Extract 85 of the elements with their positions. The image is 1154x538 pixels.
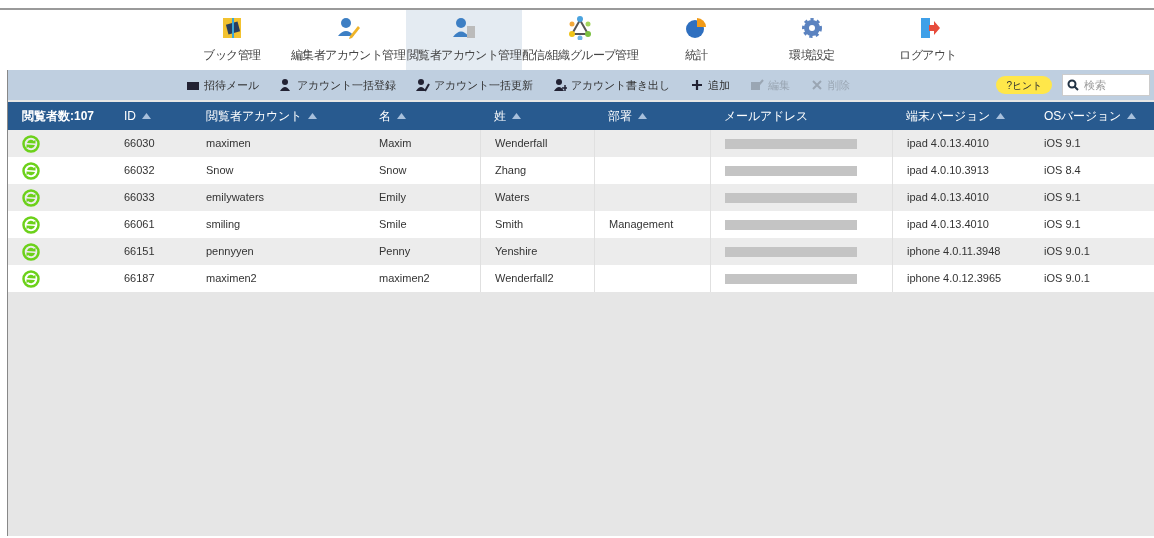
sync-icon xyxy=(22,188,40,207)
table-cell-text: iOS 9.1 xyxy=(1044,136,1081,152)
sort-up-icon xyxy=(142,113,151,119)
nav-tab[interactable]: 閲覧者アカウント管理 xyxy=(406,10,522,70)
table-cell-text: 66030 xyxy=(124,136,155,152)
table-cell-text: iphone 4.0.12.3965 xyxy=(907,271,1002,287)
column-header[interactable]: 閲覧者数:107 xyxy=(8,102,110,130)
sync-icon xyxy=(22,134,40,153)
settings-icon xyxy=(800,16,824,40)
table-cell-text: maximen2 xyxy=(206,271,257,287)
table-cell-text: iOS 9.0.1 xyxy=(1044,271,1090,287)
table-cell-text: iphone 4.0.11.3948 xyxy=(907,244,1001,260)
table-cell-text: maximen xyxy=(206,136,251,152)
table-cell-text: 66187 xyxy=(124,271,155,287)
user-pencil-icon xyxy=(336,16,360,40)
column-header[interactable]: 端末バージョン xyxy=(892,102,1030,130)
table-cell-text: iOS 9.1 xyxy=(1044,217,1081,233)
sync-icon xyxy=(22,215,40,234)
sort-up-icon xyxy=(1127,113,1137,119)
table-cell-text: Maxim xyxy=(379,136,412,152)
table-cell-text: Smile xyxy=(379,217,407,233)
pie-chart-icon xyxy=(684,16,708,40)
table-cell-text: Wenderfall2 xyxy=(495,271,554,287)
column-header[interactable]: ID xyxy=(110,102,192,130)
column-header[interactable]: 名 xyxy=(365,102,480,130)
user-icon xyxy=(279,78,293,92)
table-cell-text: Waters xyxy=(495,190,530,206)
column-header[interactable]: 閲覧者アカウント xyxy=(192,102,365,130)
table-cell-text: 66061 xyxy=(124,217,155,233)
sort-up-icon xyxy=(638,113,647,119)
table-cell-text: 66151 xyxy=(124,244,155,260)
plus-icon xyxy=(690,78,704,92)
table-cell-text: Zhang xyxy=(495,163,527,179)
book-icon xyxy=(220,16,244,40)
edit-icon xyxy=(750,78,764,92)
toolbar-button[interactable]: アカウント一括登録 xyxy=(279,76,396,94)
column-header[interactable]: OSバージョン xyxy=(1030,102,1153,130)
nav-tab[interactable]: 環境設定 xyxy=(754,10,870,70)
sync-icon xyxy=(22,269,40,288)
table-cell-text: Snow xyxy=(379,163,407,179)
sort-up-icon xyxy=(397,113,406,119)
table-cell-text: Penny xyxy=(379,244,411,260)
toolbar-button[interactable]: 追加 xyxy=(690,76,730,94)
table-cell-text: Snow xyxy=(206,163,234,179)
toolbar-button[interactable]: アカウント一括更新 xyxy=(416,76,533,94)
table-cell-text: Wenderfall xyxy=(495,136,548,152)
table-cell-text: ipad 4.0.13.4010 xyxy=(907,190,989,206)
user-plus-icon xyxy=(553,78,567,92)
column-header[interactable]: 部署 xyxy=(594,102,710,130)
sort-up-icon xyxy=(512,113,521,119)
table-cell-text: smiling xyxy=(206,217,241,233)
user-list-icon xyxy=(452,16,476,40)
close-icon xyxy=(810,78,824,92)
table-cell-text: iOS 9.1 xyxy=(1044,190,1081,206)
table-cell-text: ipad 4.0.10.3913 xyxy=(907,163,989,179)
nav-tab[interactable]: 統計 xyxy=(638,10,754,70)
hint-button[interactable]: ?ヒント xyxy=(996,76,1052,94)
table-cell-text: Emily xyxy=(379,190,406,206)
table-cell-text: 66032 xyxy=(124,163,155,179)
table-cell-text: Smith xyxy=(495,217,524,233)
nav-tab[interactable]: 配信/組織グループ管理 xyxy=(522,10,638,70)
table-cell-text: pennyyen xyxy=(206,244,254,260)
user-pencil-icon xyxy=(416,78,430,92)
toolbar-button[interactable]: 招待メール xyxy=(186,76,259,94)
sync-icon xyxy=(22,242,40,261)
column-header[interactable]: 姓 xyxy=(480,102,594,130)
column-header[interactable]: メールアドレス xyxy=(710,102,892,130)
table-cell-text: iOS 9.0.1 xyxy=(1044,244,1090,260)
search-field[interactable]: 検索 xyxy=(1062,74,1150,96)
table-cell-text: iOS 8.4 xyxy=(1044,163,1081,179)
toolbar-button[interactable]: アカウント書き出し xyxy=(553,76,670,94)
nav-tab[interactable]: ブック管理 xyxy=(174,10,290,70)
table-cell-text: maximen2 xyxy=(379,271,430,287)
sort-up-icon xyxy=(996,113,1005,119)
table-cell-text: emilywaters xyxy=(206,190,265,206)
table-cell-text: Management xyxy=(609,217,674,233)
nav-tab[interactable]: 編集者アカウント管理 xyxy=(290,10,406,70)
nav-tab[interactable]: ログアウト xyxy=(870,10,986,70)
table-cell-text: ipad 4.0.13.4010 xyxy=(907,217,989,233)
sync-icon xyxy=(22,161,40,180)
table-cell-text: ipad 4.0.13.4010 xyxy=(907,136,989,152)
table-cell-text: 66033 xyxy=(124,190,155,206)
sort-up-icon xyxy=(308,113,317,119)
table-cell-text: Yenshire xyxy=(495,244,538,260)
network-icon xyxy=(568,16,592,40)
